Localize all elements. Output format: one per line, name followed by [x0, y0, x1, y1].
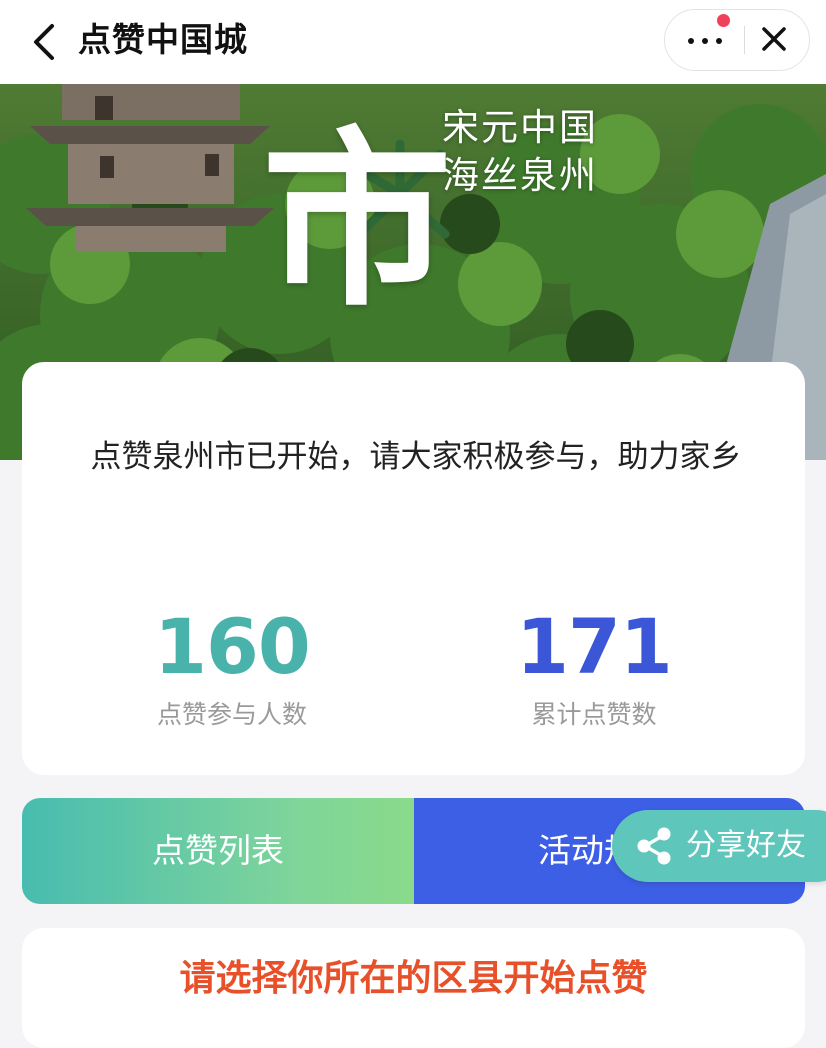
- hero-tagline-line1: 宋元中国: [442, 106, 598, 149]
- district-select-card: 请选择你所在的区县开始点赞: [22, 928, 805, 1048]
- participants-label: 点赞参与人数: [156, 700, 307, 729]
- intro-text: 点赞泉州市已开始，请大家积极参与，助力家乡: [90, 439, 742, 475]
- like-list-button[interactable]: 点赞列表: [22, 798, 414, 904]
- hero-tagline-line2: 海丝泉州: [442, 154, 598, 197]
- total-likes-label: 累计点赞数: [531, 700, 657, 729]
- share-friends-button[interactable]: 分享好友: [612, 810, 826, 882]
- mini-program-capsule: [664, 9, 810, 71]
- page-title: 点赞中国城: [78, 20, 248, 59]
- share-label: 分享好友: [686, 828, 806, 863]
- notification-dot: [717, 14, 730, 27]
- participants-stat: 160 点赞参与人数: [82, 602, 382, 732]
- close-button[interactable]: [751, 18, 797, 62]
- top-nav-bar: 点赞中国城: [0, 0, 826, 84]
- capsule-divider: [744, 26, 745, 54]
- stats-card: 点赞泉州市已开始，请大家积极参与，助力家乡 160 点赞参与人数 171 累计点…: [22, 362, 805, 775]
- close-icon: [762, 27, 786, 51]
- total-likes-count: 171: [516, 602, 673, 691]
- district-select-prompt: 请选择你所在的区县开始点赞: [179, 958, 648, 999]
- participants-count: 160: [154, 602, 311, 691]
- more-dots-icon: [688, 38, 722, 44]
- chevron-left-icon[interactable]: [28, 22, 60, 62]
- share-icon: [637, 827, 671, 865]
- total-likes-stat: 171 累计点赞数: [444, 602, 744, 732]
- more-button[interactable]: [665, 10, 745, 70]
- hero-big-character: 市: [262, 109, 453, 332]
